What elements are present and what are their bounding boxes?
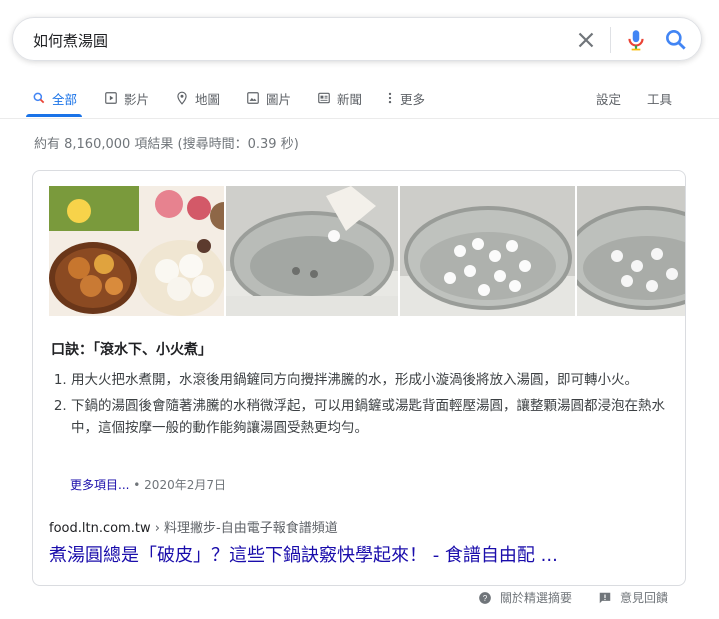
tab-label: 更多 bbox=[400, 91, 426, 107]
feedback-label: 意見回饋 bbox=[620, 591, 669, 605]
image-icon bbox=[247, 92, 259, 104]
about-label: 關於精選摘要 bbox=[500, 591, 573, 605]
tab-label: 全部 bbox=[52, 91, 78, 107]
search-icon bbox=[33, 92, 45, 104]
more-items-link[interactable]: 更多項目... bbox=[70, 478, 129, 492]
tab-news[interactable]: 新聞 bbox=[317, 86, 362, 110]
tab-maps[interactable]: 地圖 bbox=[175, 86, 220, 110]
snippet-title: 口訣：「滾水下、小火煮」 bbox=[51, 342, 212, 358]
image-strip bbox=[49, 186, 685, 316]
snippet-image[interactable] bbox=[400, 186, 575, 316]
result-source: food.ltn.com.tw › 料理撇步-自由電子報食譜頻道 bbox=[49, 517, 338, 536]
tab-videos[interactable]: 影片 bbox=[104, 86, 149, 110]
map-pin-icon bbox=[177, 91, 187, 105]
search-button[interactable] bbox=[663, 27, 689, 53]
about-snippets-link[interactable]: ? 關於精選摘要 bbox=[478, 589, 572, 606]
list-item: 下鍋的湯圓後會隨著沸騰的水稍微浮起，可以用鍋鏟或湯匙背面輕壓湯圓，讓整顆湯圓都浸… bbox=[71, 395, 681, 439]
search-tabs: 全部 影片 地圖 圖片 新聞 更多 設定 工具 bbox=[0, 78, 719, 118]
snippet-image[interactable] bbox=[226, 186, 398, 316]
tab-more[interactable]: 更多 bbox=[386, 86, 425, 110]
result-title-link[interactable]: 煮湯圓總是「破皮」？這些下鍋訣竅快學起來！ - 食譜自由配 ... bbox=[49, 541, 558, 567]
source-breadcrumb: › 料理撇步-自由電子報食譜頻道 bbox=[154, 521, 338, 536]
clear-button[interactable] bbox=[573, 27, 599, 53]
voice-search-button[interactable] bbox=[623, 27, 649, 53]
tools-link[interactable]: 工具 bbox=[647, 86, 672, 110]
tools-label: 工具 bbox=[647, 91, 673, 107]
featured-snippet: 口訣：「滾水下、小火煮」 用大火把水煮開，水滾後用鍋鏟同方向攪拌沸騰的水，形成小… bbox=[32, 170, 686, 586]
tab-all[interactable]: 全部 bbox=[32, 86, 77, 110]
tab-label: 影片 bbox=[124, 91, 150, 107]
tab-label: 地圖 bbox=[195, 91, 221, 107]
close-icon bbox=[578, 32, 594, 48]
more-vert-icon bbox=[388, 92, 392, 104]
feedback-link[interactable]: 意見回饋 bbox=[598, 589, 668, 606]
snippet-date: • 2020年2月7日 bbox=[133, 478, 226, 492]
tab-label: 圖片 bbox=[266, 91, 292, 107]
active-tab-indicator bbox=[26, 114, 82, 117]
search-bar: 如何煮湯圓 bbox=[12, 17, 702, 61]
feedback-icon bbox=[599, 592, 611, 603]
settings-link[interactable]: 設定 bbox=[596, 86, 621, 110]
result-stats: 約有 8,160,000 項結果 (搜尋時間：0.39 秒) bbox=[34, 137, 299, 152]
microphone-icon bbox=[628, 30, 644, 51]
more-row: 更多項目... • 2020年2月7日 bbox=[70, 476, 226, 493]
divider bbox=[0, 118, 719, 119]
search-icon bbox=[666, 30, 686, 50]
snippet-image[interactable] bbox=[49, 186, 224, 316]
tab-label: 新聞 bbox=[337, 91, 363, 107]
snippet-steps: 用大火把水煮開，水滾後用鍋鏟同方向攪拌沸騰的水，形成小漩渦後將放入湯圓，即可轉小… bbox=[51, 369, 681, 443]
settings-label: 設定 bbox=[596, 91, 622, 107]
divider bbox=[610, 27, 611, 53]
svg-text:?: ? bbox=[483, 593, 488, 602]
snippet-image[interactable] bbox=[577, 186, 685, 316]
search-input[interactable]: 如何煮湯圓 bbox=[33, 30, 108, 51]
list-item: 用大火把水煮開，水滾後用鍋鏟同方向攪拌沸騰的水，形成小漩渦後將放入湯圓，即可轉小… bbox=[71, 369, 681, 391]
help-icon: ? bbox=[479, 591, 491, 604]
source-domain[interactable]: food.ltn.com.tw bbox=[49, 521, 151, 536]
news-icon bbox=[318, 92, 330, 104]
tab-images[interactable]: 圖片 bbox=[246, 86, 291, 110]
video-icon bbox=[105, 92, 117, 104]
